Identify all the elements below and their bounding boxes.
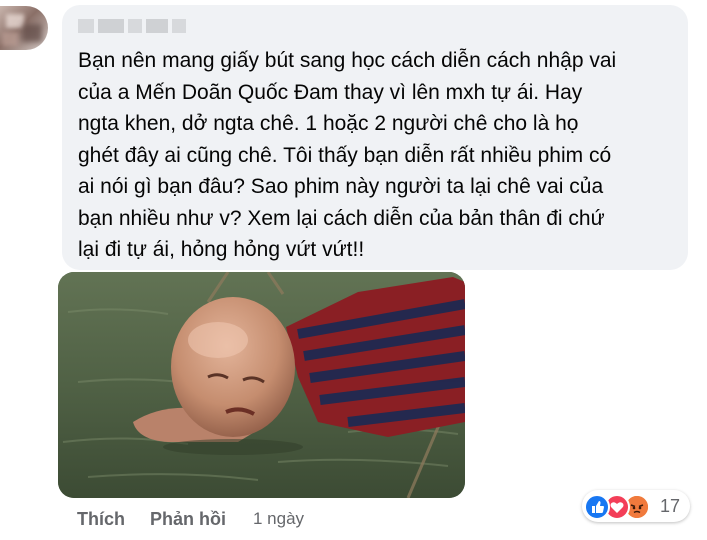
comment-photo[interactable] <box>58 272 465 498</box>
comment-text: Bạn nên mang giấy bút sang học cách diễn… <box>78 49 617 261</box>
avatar[interactable] <box>0 6 48 50</box>
like-button[interactable]: Thích <box>77 508 125 530</box>
photo-scene <box>58 272 465 498</box>
reply-button[interactable]: Phản hồi <box>150 508 226 530</box>
like-icon <box>584 494 610 520</box>
comment-timestamp[interactable]: 1 ngày <box>253 508 304 530</box>
comment-bubble: Bạn nên mang giấy bút sang học cách diễn… <box>62 5 688 270</box>
author-name[interactable] <box>78 16 186 36</box>
